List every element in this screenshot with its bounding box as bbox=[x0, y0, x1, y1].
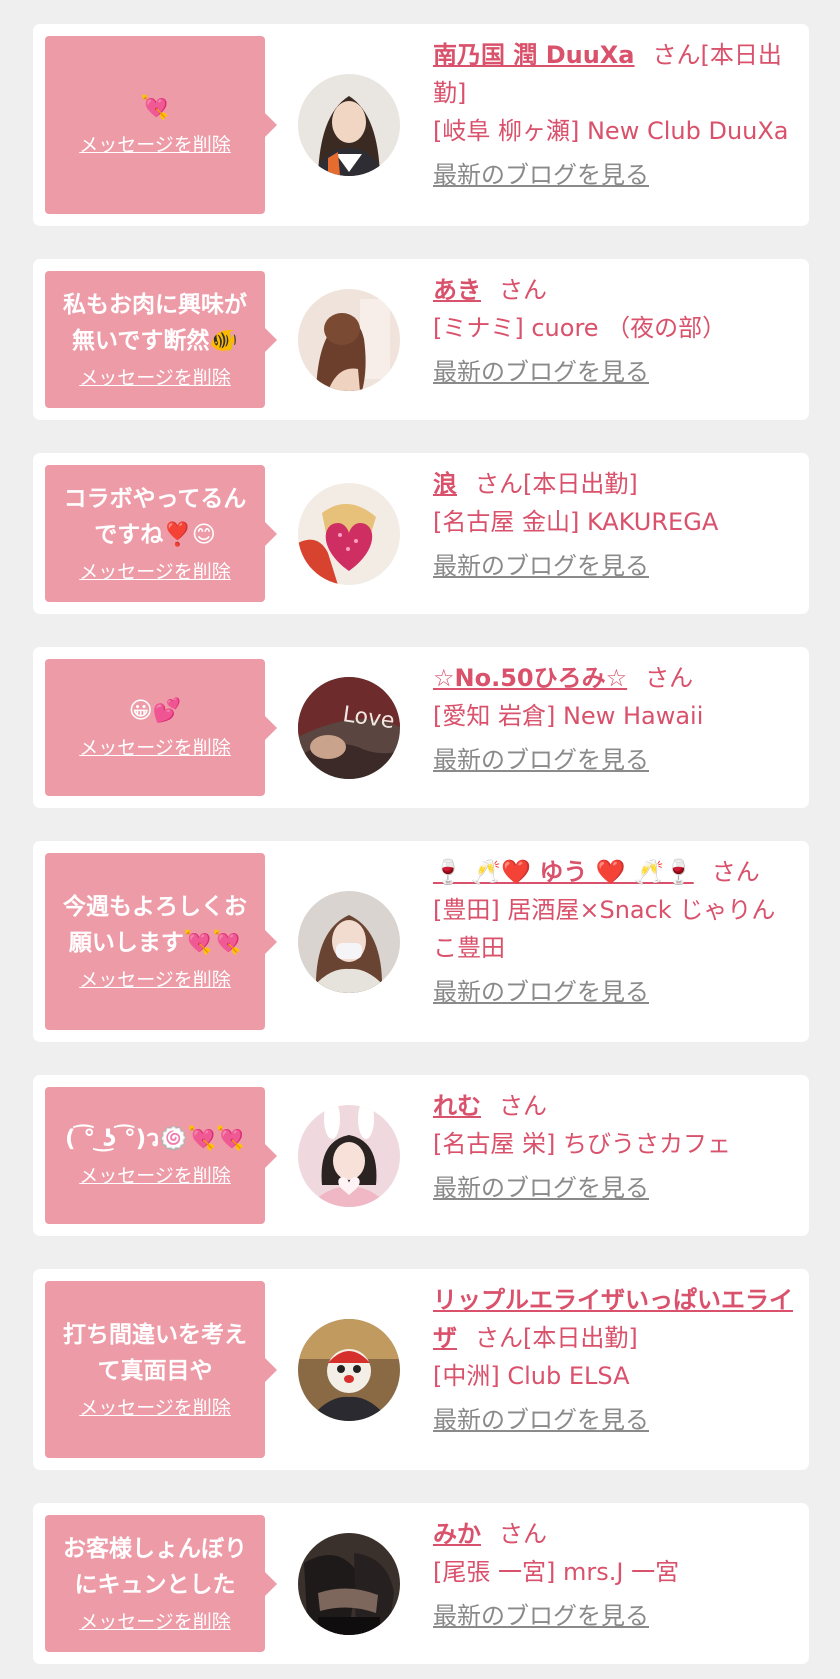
list-item: 💘 メッセージを削除 南乃国 潤 DuuXa さん[本日出勤] [岐阜 柳ヶ瀬] … bbox=[33, 24, 809, 226]
honorific: さん[本日出勤] bbox=[475, 1324, 638, 1352]
avatar-image bbox=[298, 289, 400, 391]
cast-name-link[interactable]: みか bbox=[433, 1520, 481, 1548]
avatar[interactable] bbox=[298, 1533, 400, 1635]
list-item: お客様しょんぼりにキュンとした メッセージを削除 みか さん [尾張 一宮] mr… bbox=[33, 1503, 809, 1664]
list-item: 今週もよろしくお願いします💘💘 メッセージを削除 🍷 🥂❤️ ゆう ❤️ 🥂🍷 さ… bbox=[33, 841, 809, 1042]
message-text: 今週もよろしくお願いします💘💘 bbox=[63, 893, 247, 956]
avatar-image bbox=[298, 1319, 400, 1421]
cast-name-link[interactable]: あき bbox=[433, 276, 481, 304]
honorific: さん bbox=[499, 1092, 547, 1120]
cast-name-link[interactable]: ☆No.50ひろみ☆ bbox=[433, 664, 627, 692]
latest-blog-link[interactable]: 最新のブログを見る bbox=[433, 741, 649, 779]
honorific: さん bbox=[499, 1520, 547, 1548]
message-text: 😀💕 bbox=[128, 697, 182, 724]
honorific: さん bbox=[645, 664, 694, 692]
message-text: お客様しょんぼりにキュンとした bbox=[63, 1535, 247, 1598]
message-bubble: コラボやってるんですね❣️😊 メッセージを削除 bbox=[45, 465, 277, 602]
cast-name-link[interactable]: 🍷 🥂❤️ ゆう ❤️ 🥂🍷 bbox=[433, 858, 694, 886]
avatar[interactable] bbox=[298, 74, 400, 176]
item-info: れむ さん [名古屋 栄] ちびうさカフェ 最新のブログを見る bbox=[433, 1087, 795, 1207]
delete-message-link[interactable]: メッセージを削除 bbox=[79, 1607, 231, 1637]
honorific: さん[本日出勤] bbox=[475, 470, 638, 498]
list-item: 打ち間違いを考えて真面目や メッセージを削除 リップルエライザいっぱいエライザさ… bbox=[33, 1269, 809, 1470]
message-bubble: 💘 メッセージを削除 bbox=[45, 36, 277, 214]
shop-info: [名古屋 栄] ちびうさカフェ bbox=[433, 1130, 731, 1158]
message-text: コラボやってるんですね❣️😊 bbox=[63, 485, 247, 548]
cast-name-link[interactable]: 浪 bbox=[433, 470, 457, 498]
latest-blog-link[interactable]: 最新のブログを見る bbox=[433, 353, 649, 391]
message-text: 打ち間違いを考えて真面目や bbox=[63, 1321, 247, 1384]
shop-info: [尾張 一宮] mrs.J 一宮 bbox=[433, 1558, 680, 1586]
delete-message-link[interactable]: メッセージを削除 bbox=[79, 965, 231, 995]
avatar-image bbox=[298, 483, 400, 585]
message-text: ( ͡° ͜ʖ ͡°)ว🍥💘💘 bbox=[64, 1125, 246, 1152]
shop-info: [中洲] Club ELSA bbox=[433, 1362, 630, 1390]
delete-message-link[interactable]: メッセージを削除 bbox=[79, 733, 231, 763]
latest-blog-link[interactable]: 最新のブログを見る bbox=[433, 156, 649, 194]
latest-blog-link[interactable]: 最新のブログを見る bbox=[433, 1597, 649, 1635]
avatar[interactable] bbox=[298, 1319, 400, 1421]
item-info: 浪さん[本日出勤] [名古屋 金山] KAKUREGA 最新のブログを見る bbox=[433, 465, 795, 585]
avatar[interactable] bbox=[298, 891, 400, 993]
avatar-image bbox=[298, 1105, 400, 1207]
shop-info: [名古屋 金山] KAKUREGA bbox=[433, 508, 719, 536]
list-item: ( ͡° ͜ʖ ͡°)ว🍥💘💘 メッセージを削除 れむ さん [名古屋 栄] ちび… bbox=[33, 1075, 809, 1236]
delete-message-link[interactable]: メッセージを削除 bbox=[79, 363, 231, 393]
item-info: ☆No.50ひろみ☆ さん [愛知 岩倉] New Hawaii 最新のブログを見… bbox=[433, 659, 795, 779]
shop-info: [ミナミ] cuore （夜の部） bbox=[433, 314, 727, 342]
avatar-image bbox=[298, 74, 400, 176]
message-list: 💘 メッセージを削除 南乃国 潤 DuuXa さん[本日出勤] [岐阜 柳ヶ瀬] … bbox=[0, 0, 840, 1679]
message-bubble: 今週もよろしくお願いします💘💘 メッセージを削除 bbox=[45, 853, 277, 1030]
avatar[interactable]: Love bbox=[298, 677, 400, 779]
latest-blog-link[interactable]: 最新のブログを見る bbox=[433, 1401, 649, 1439]
avatar-image: Love bbox=[298, 677, 400, 779]
shop-info: [豊田] 居酒屋×Snack じゃりんこ豊田 bbox=[433, 896, 776, 962]
message-bubble: 😀💕 メッセージを削除 bbox=[45, 659, 277, 796]
message-bubble: お客様しょんぼりにキュンとした メッセージを削除 bbox=[45, 1515, 277, 1652]
message-text: 私もお肉に興味が無いです断然🐠 bbox=[63, 291, 247, 354]
delete-message-link[interactable]: メッセージを削除 bbox=[79, 130, 231, 160]
latest-blog-link[interactable]: 最新のブログを見る bbox=[433, 1169, 649, 1207]
message-bubble: ( ͡° ͜ʖ ͡°)ว🍥💘💘 メッセージを削除 bbox=[45, 1087, 277, 1224]
avatar[interactable] bbox=[298, 483, 400, 585]
avatar-image bbox=[298, 891, 400, 993]
honorific: さん bbox=[499, 276, 547, 304]
item-info: リップルエライザいっぱいエライザ さん[本日出勤] [中洲] Club ELSA … bbox=[433, 1281, 795, 1439]
list-item: コラボやってるんですね❣️😊 メッセージを削除 浪さん[本日出勤] [名古屋 金… bbox=[33, 453, 809, 614]
delete-message-link[interactable]: メッセージを削除 bbox=[79, 1393, 231, 1423]
shop-info: [愛知 岩倉] New Hawaii bbox=[433, 702, 704, 730]
latest-blog-link[interactable]: 最新のブログを見る bbox=[433, 547, 649, 585]
message-bubble: 打ち間違いを考えて真面目や メッセージを削除 bbox=[45, 1281, 277, 1458]
latest-blog-link[interactable]: 最新のブログを見る bbox=[433, 973, 649, 1011]
avatar[interactable] bbox=[298, 289, 400, 391]
shop-info: [岐阜 柳ヶ瀬] New Club DuuXa bbox=[433, 117, 789, 145]
list-item: 😀💕 メッセージを削除 Love ☆No.50ひろみ☆ さん [愛知 岩倉] Ne… bbox=[33, 647, 809, 808]
honorific: さん bbox=[711, 858, 760, 886]
avatar-image bbox=[298, 1533, 400, 1635]
delete-message-link[interactable]: メッセージを削除 bbox=[79, 557, 231, 587]
item-info: みか さん [尾張 一宮] mrs.J 一宮 最新のブログを見る bbox=[433, 1515, 795, 1635]
item-info: 南乃国 潤 DuuXa さん[本日出勤] [岐阜 柳ヶ瀬] New Club Du… bbox=[433, 36, 795, 194]
cast-name-link[interactable]: 南乃国 潤 DuuXa bbox=[433, 41, 635, 69]
cast-name-link[interactable]: れむ bbox=[433, 1092, 481, 1120]
item-info: 🍷 🥂❤️ ゆう ❤️ 🥂🍷 さん [豊田] 居酒屋×Snack じゃりんこ豊田 … bbox=[433, 853, 795, 1011]
avatar[interactable] bbox=[298, 1105, 400, 1207]
message-text: 💘 bbox=[140, 95, 170, 121]
item-info: あき さん [ミナミ] cuore （夜の部） 最新のブログを見る bbox=[433, 271, 795, 391]
message-bubble: 私もお肉に興味が無いです断然🐠 メッセージを削除 bbox=[45, 271, 277, 408]
list-item: 私もお肉に興味が無いです断然🐠 メッセージを削除 あき さん [ミナミ] cuor… bbox=[33, 259, 809, 420]
delete-message-link[interactable]: メッセージを削除 bbox=[79, 1161, 231, 1191]
